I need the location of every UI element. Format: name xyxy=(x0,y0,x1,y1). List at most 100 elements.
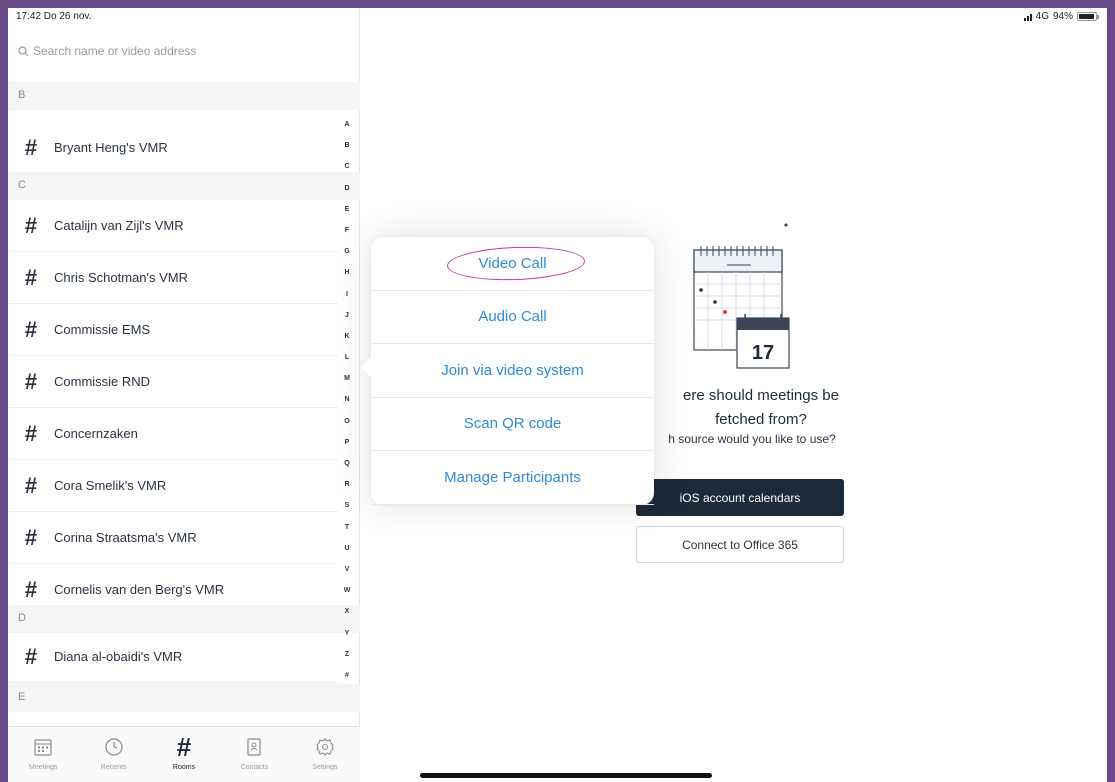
alphabet-index-letter[interactable]: G xyxy=(344,241,349,262)
calendar-source-title: ere should meetings be fetched from? xyxy=(641,384,881,432)
section-header-c: C xyxy=(8,172,360,200)
signal-icon xyxy=(1023,13,1032,21)
search-input[interactable] xyxy=(33,44,293,58)
room-row[interactable]: # Diana al-obaidi's VMR xyxy=(8,631,338,683)
alphabet-index-letter[interactable]: Y xyxy=(345,623,350,644)
title-line-1: ere should meetings be xyxy=(683,387,839,404)
scan-qr-code-menu-item[interactable]: Scan QR code xyxy=(371,398,654,451)
room-row[interactable]: # Corina Straatsma's VMR xyxy=(8,512,338,564)
section-header-d: D xyxy=(8,605,360,633)
join-via-video-system-menu-item[interactable]: Join via video system xyxy=(371,344,654,398)
contacts-book-icon xyxy=(244,735,264,759)
alphabet-index[interactable]: A B C D E F G H I J K L M N O P Q R S T U V W X Y Z # xyxy=(341,114,353,686)
tab-settings[interactable]: Settings xyxy=(290,727,360,782)
hash-icon: # xyxy=(24,212,38,238)
room-row[interactable]: # Catalijn van Zijl's VMR xyxy=(8,200,338,252)
room-name: Commissie RND xyxy=(54,374,151,389)
room-name: Commissie EMS xyxy=(54,322,151,337)
tab-rooms[interactable]: # Rooms xyxy=(149,727,219,782)
room-name: Diana al-obaidi's VMR xyxy=(54,649,183,664)
room-name: Bryant Heng's VMR xyxy=(54,140,168,155)
room-row[interactable]: # Concernzaken xyxy=(8,408,338,460)
status-time: 17:42 Do 26 nov. xyxy=(16,11,92,22)
calendar-icon xyxy=(33,735,53,759)
room-row[interactable]: # Commissie EMS xyxy=(8,304,338,356)
alphabet-index-letter[interactable]: J xyxy=(345,305,349,326)
hash-icon: # xyxy=(24,368,38,394)
gear-icon xyxy=(315,735,335,759)
alphabet-index-letter[interactable]: Z xyxy=(345,644,349,665)
alphabet-index-letter[interactable]: D xyxy=(344,178,349,199)
alphabet-index-letter[interactable]: L xyxy=(345,347,349,368)
hash-icon: # xyxy=(24,472,38,498)
alphabet-index-letter[interactable]: H xyxy=(344,262,349,283)
hash-icon: # xyxy=(24,576,38,602)
alphabet-index-letter[interactable]: U xyxy=(344,538,349,559)
section-header-b: B xyxy=(8,82,360,110)
clock-icon xyxy=(104,735,124,759)
search-bar[interactable] xyxy=(18,44,293,58)
hash-icon: # xyxy=(24,134,38,160)
hash-icon: # xyxy=(24,420,38,446)
tab-label: Rooms xyxy=(172,764,196,771)
battery-fill xyxy=(1079,14,1095,19)
alphabet-index-letter[interactable]: # xyxy=(345,665,349,686)
room-row[interactable]: # Chris Schotman's VMR xyxy=(8,252,338,304)
alphabet-index-letter[interactable]: W xyxy=(344,580,351,601)
status-indicators: 4G 94% xyxy=(1023,11,1099,22)
tab-meetings[interactable]: Meetings xyxy=(8,727,78,782)
search-icon xyxy=(18,45,29,56)
hash-icon: # xyxy=(24,643,38,669)
room-name: Cora Smelik's VMR xyxy=(54,478,167,493)
room-name: Concernzaken xyxy=(54,426,138,441)
hash-icon: # xyxy=(176,731,192,762)
room-row[interactable]: # Bryant Heng's VMR xyxy=(8,122,338,174)
calendar-day-number: 17 xyxy=(752,342,774,364)
popover-arrow xyxy=(361,357,371,377)
alphabet-index-letter[interactable]: E xyxy=(345,199,350,220)
room-name: Cornelis van den Berg's VMR xyxy=(54,582,225,597)
alphabet-index-letter[interactable]: X xyxy=(345,601,350,622)
alphabet-index-letter[interactable]: C xyxy=(344,156,349,177)
tab-label: Meetings xyxy=(29,764,58,771)
alphabet-index-letter[interactable]: A xyxy=(344,114,349,135)
alphabet-index-letter[interactable]: K xyxy=(344,326,349,347)
ios-calendars-button[interactable]: iOS account calendars xyxy=(636,479,844,516)
calendar-illustration-icon: 17 xyxy=(693,223,790,369)
alphabet-index-letter[interactable]: S xyxy=(345,495,350,516)
hash-icon: # xyxy=(24,316,38,342)
section-header-e: E xyxy=(8,684,360,712)
alphabet-index-letter[interactable]: R xyxy=(344,474,349,495)
title-line-2: fetched from? xyxy=(715,411,807,428)
tab-recents[interactable]: Recents xyxy=(78,727,148,782)
office-365-button[interactable]: Connect to Office 365 xyxy=(636,526,844,563)
room-row[interactable]: # Cora Smelik's VMR xyxy=(8,460,338,512)
network-label: 4G xyxy=(1035,11,1049,22)
room-name: Corina Straatsma's VMR xyxy=(54,530,197,545)
home-indicator[interactable] xyxy=(420,773,712,778)
room-actions-popover: Video Call Audio Call Join via video sys… xyxy=(361,237,654,505)
room-row[interactable]: # Commissie RND xyxy=(8,356,338,408)
alphabet-index-letter[interactable]: T xyxy=(345,517,349,538)
alphabet-index-letter[interactable]: N xyxy=(344,389,349,410)
room-name: Chris Schotman's VMR xyxy=(54,270,188,285)
tab-bar: Meetings Recents # Rooms Contacts Settin… xyxy=(8,726,360,782)
alphabet-index-letter[interactable]: O xyxy=(344,411,349,432)
audio-call-menu-item[interactable]: Audio Call xyxy=(371,291,654,344)
manage-participants-menu-item[interactable]: Manage Participants xyxy=(371,451,654,505)
room-name: Catalijn van Zijl's VMR xyxy=(54,218,184,233)
rooms-list-pane: 17:42 Do 26 nov. B # Bryant Heng's VMR C… xyxy=(8,8,360,782)
alphabet-index-letter[interactable]: F xyxy=(345,220,349,241)
tab-label: Contacts xyxy=(240,764,269,771)
tab-contacts[interactable]: Contacts xyxy=(219,727,289,782)
ipad-screen: 17:42 Do 26 nov. B # Bryant Heng's VMR C… xyxy=(8,8,1107,782)
alphabet-index-letter[interactable]: M xyxy=(344,368,350,389)
alphabet-index-letter[interactable]: V xyxy=(345,559,350,580)
alphabet-index-letter[interactable]: I xyxy=(346,284,348,305)
alphabet-index-letter[interactable]: P xyxy=(345,432,350,453)
alphabet-index-letter[interactable]: Q xyxy=(344,453,349,474)
battery-percent: 94% xyxy=(1052,11,1073,22)
alphabet-index-letter[interactable]: B xyxy=(344,135,349,156)
calendar-source-subtitle: h source would you like to use? xyxy=(668,432,836,446)
tab-label: Settings xyxy=(312,764,338,771)
